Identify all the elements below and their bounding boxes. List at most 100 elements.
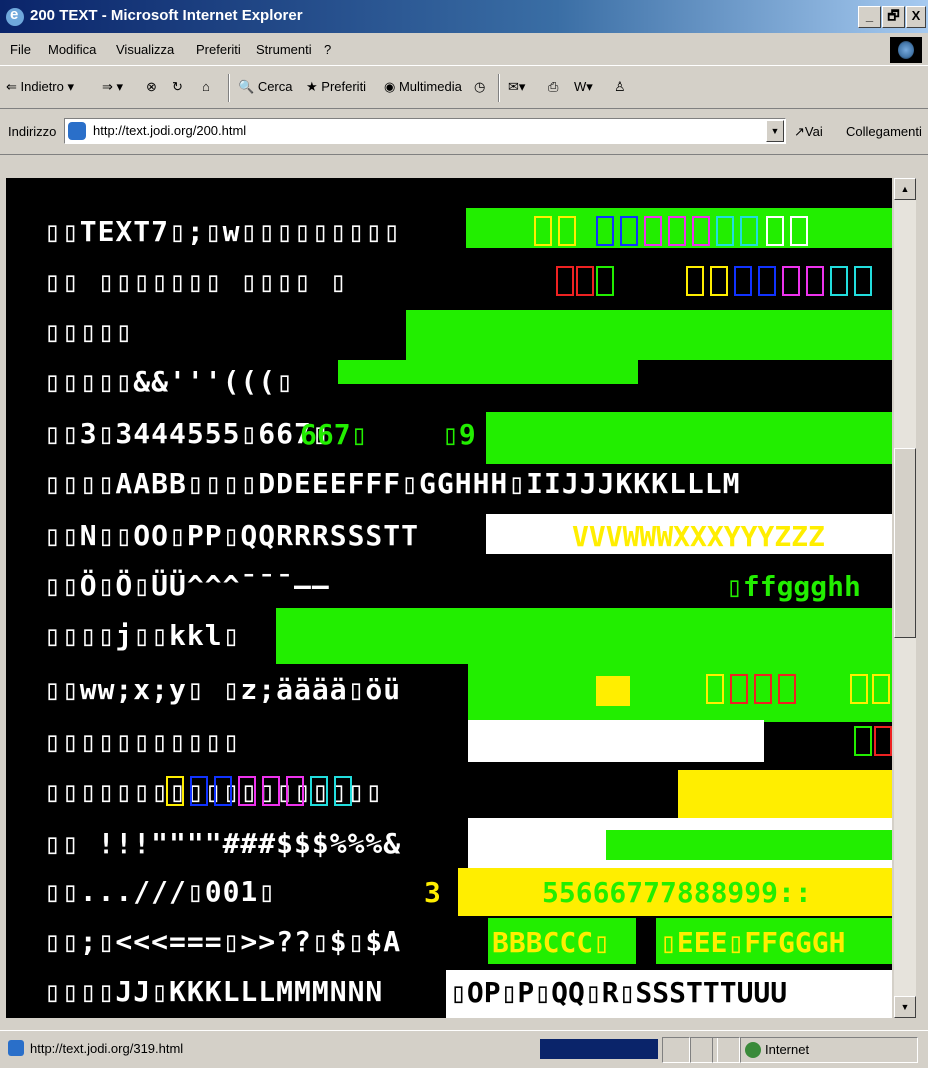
zone-label: Internet xyxy=(765,1042,810,1057)
search-button[interactable]: 🔍 Cerca xyxy=(238,79,293,95)
close-button[interactable]: X xyxy=(906,6,926,28)
address-url[interactable]: http://text.jodi.org/200.html xyxy=(93,123,246,138)
glyph-box xyxy=(850,674,868,704)
glyph-box xyxy=(166,776,184,806)
vertical-scrollbar[interactable]: ▲ ▼ xyxy=(894,178,916,1018)
glyph-box xyxy=(734,266,752,296)
address-input[interactable]: http://text.jodi.org/200.html xyxy=(64,118,786,144)
messenger-icon[interactable]: ♙ xyxy=(614,79,626,95)
links-button[interactable]: Collegamenti xyxy=(846,124,922,139)
text-row: ▯▯▯▯▯&&'''(((▯ xyxy=(44,365,295,398)
edit-icon[interactable]: W▾ xyxy=(574,79,593,95)
ie-icon xyxy=(6,6,24,26)
glyph-box xyxy=(730,674,748,704)
text-row: ▯▯▯▯AABB▯▯▯▯DDEEEFFF▯GGHHH▯IIJJJKKKLLLM xyxy=(44,467,741,500)
text-segment: VVVWWWXXXYYYZZZ xyxy=(572,520,825,553)
page-content: ▯▯TEXT7▯;▯w▯▯▯▯▯▯▯▯▯ ▯▯ ▯▯▯▯▯▯▯ ▯▯▯▯ ▯ ▯… xyxy=(6,178,892,1018)
scroll-up-icon[interactable]: ▲ xyxy=(894,178,916,200)
glyph-box xyxy=(826,674,844,704)
media-icon: ◉ xyxy=(384,79,396,94)
glyph-box xyxy=(758,266,776,296)
glyph-box xyxy=(668,216,686,246)
glyph-box xyxy=(596,266,614,296)
toolbar-separator xyxy=(498,74,500,102)
page-icon xyxy=(68,122,86,140)
favorites-icon: ★ xyxy=(306,79,318,94)
glyph-box xyxy=(238,776,256,806)
glyph-box xyxy=(286,776,304,806)
glyph-box xyxy=(556,266,574,296)
status-bar: http://text.jodi.org/319.html Internet xyxy=(0,1030,928,1068)
menu-preferiti[interactable]: Preferiti xyxy=(196,42,241,57)
glyph-box xyxy=(534,216,552,246)
stop-icon[interactable]: ⊗ xyxy=(146,79,157,95)
menu-modifica[interactable]: Modifica xyxy=(48,42,96,57)
menu-help[interactable]: ? xyxy=(324,42,331,57)
status-cell xyxy=(712,1037,740,1063)
text-segment: ▯EEE▯FFGGGH xyxy=(660,926,846,959)
glyph-box xyxy=(766,216,784,246)
glyph-box xyxy=(802,674,820,704)
glyph-box xyxy=(782,266,800,296)
text-row: ▯▯TEXT7▯;▯w▯▯▯▯▯▯▯▯▯ xyxy=(44,215,402,248)
mail-icon[interactable]: ✉▾ xyxy=(508,79,525,95)
glyph-box xyxy=(620,216,638,246)
address-dropdown-icon[interactable]: ▼ xyxy=(766,120,784,142)
scroll-down-icon[interactable]: ▼ xyxy=(894,996,916,1018)
text-row: ▯▯▯▯j▯▯kkl▯ xyxy=(44,619,241,652)
glyph-box xyxy=(854,726,872,756)
text-segment: 667▯ xyxy=(300,418,368,451)
text-segment: BBBCCC▯ xyxy=(492,926,611,959)
menu-strumenti[interactable]: Strumenti xyxy=(256,42,312,57)
glyph-box xyxy=(706,674,724,704)
glyph-box xyxy=(334,776,352,806)
glyph-box xyxy=(310,776,328,806)
glyph-box xyxy=(190,776,208,806)
favorites-button[interactable]: ★ Preferiti xyxy=(306,79,366,95)
scroll-thumb[interactable] xyxy=(894,448,916,638)
toolbar-separator xyxy=(228,74,230,102)
security-zone: Internet xyxy=(740,1037,918,1063)
glyph-box xyxy=(830,266,848,296)
text-segment: ▯OP▯P▯QQ▯R▯SSSTTTUUU xyxy=(450,976,788,1009)
glyph-box xyxy=(558,216,576,246)
glyph-box xyxy=(790,216,808,246)
menu-bar: File Modifica Visualizza Preferiti Strum… xyxy=(0,33,928,66)
back-button[interactable]: ⇐ Indietro ▾ xyxy=(6,79,74,95)
minimize-button[interactable]: _ xyxy=(858,6,881,28)
text-segment: 55666777888999:: xyxy=(542,876,812,909)
glyph-box xyxy=(214,776,232,806)
address-bar: Indirizzo http://text.jodi.org/200.html … xyxy=(0,108,928,155)
go-icon: ↗ xyxy=(794,124,805,139)
glyph-box xyxy=(596,216,614,246)
globe-icon xyxy=(745,1042,761,1058)
glyph-box xyxy=(874,726,892,756)
restore-button[interactable]: 🗗 xyxy=(882,6,905,28)
title-bar: 200 TEXT - Microsoft Internet Explorer _… xyxy=(0,0,928,33)
media-button[interactable]: ◉ Multimedia xyxy=(384,79,462,95)
forward-button[interactable]: ⇒ ▾ xyxy=(102,79,123,95)
glyph-box xyxy=(686,266,704,296)
glyph-box xyxy=(754,674,772,704)
windows-logo-icon xyxy=(890,37,922,63)
menu-file[interactable]: File xyxy=(10,42,31,57)
home-icon[interactable]: ⌂ xyxy=(202,79,210,94)
history-icon[interactable]: ◷ xyxy=(474,79,485,95)
text-segment: ▯9 xyxy=(442,418,476,451)
print-icon[interactable]: ⎙ xyxy=(548,79,558,95)
text-row: ▯▯ !!!""""###$$$%%%& xyxy=(44,827,402,860)
status-cell xyxy=(662,1037,690,1063)
refresh-icon[interactable]: ↻ xyxy=(172,79,183,95)
glyph-box xyxy=(740,216,758,246)
text-row: ▯▯▯▯▯ xyxy=(44,315,134,348)
glyph-box xyxy=(872,674,890,704)
status-text: http://text.jodi.org/319.html xyxy=(30,1041,184,1056)
go-button[interactable]: ↗Vai xyxy=(794,124,823,140)
glyph-box xyxy=(710,266,728,296)
menu-visualizza[interactable]: Visualizza xyxy=(116,42,174,57)
glyph-box xyxy=(716,216,734,246)
text-segment: ▯ffggghh xyxy=(726,570,861,603)
search-icon: 🔍 xyxy=(238,79,255,94)
page-icon xyxy=(8,1040,24,1056)
progress-bar xyxy=(540,1039,658,1059)
